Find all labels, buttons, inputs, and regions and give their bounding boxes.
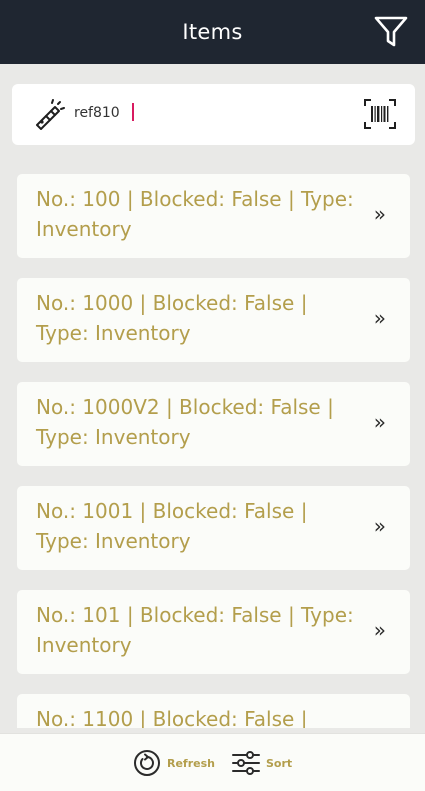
chevron-right-icon: » <box>373 306 386 330</box>
list-item[interactable]: No.: 1000V2 | Blocked: False | Type: Inv… <box>17 382 410 466</box>
refresh-label: Refresh <box>167 756 215 770</box>
item-label: No.: 1100 | Blocked: False | <box>36 707 308 728</box>
sort-label: Sort <box>266 756 293 770</box>
page-title: Items <box>182 20 243 44</box>
filter-icon <box>374 16 408 47</box>
list-item[interactable]: No.: 100 | Blocked: False | Type: Invent… <box>17 174 410 258</box>
barcode-scan-icon[interactable] <box>363 98 397 130</box>
list-item[interactable]: No.: 1000 | Blocked: False | Type: Inven… <box>17 278 410 362</box>
app-header: Items <box>0 0 425 64</box>
filter-button[interactable] <box>371 12 411 52</box>
sort-button[interactable]: Sort <box>232 748 292 778</box>
list-item[interactable]: No.: 101 | Blocked: False | Type: Invent… <box>17 590 410 674</box>
refresh-icon <box>134 750 160 776</box>
chevron-right-icon: » <box>373 514 386 538</box>
chevron-right-icon: » <box>373 202 386 226</box>
item-label: No.: 1000 | Blocked: False | Type: Inven… <box>36 291 308 345</box>
chevron-right-icon: » <box>373 410 386 434</box>
bottom-toolbar: Refresh Sort <box>0 733 425 791</box>
list-item[interactable]: No.: 1001 | Blocked: False | Type: Inven… <box>17 486 410 570</box>
list-item[interactable]: No.: 1100 | Blocked: False | <box>17 694 410 728</box>
search-bar <box>12 84 415 145</box>
refresh-button[interactable]: Refresh <box>133 748 215 778</box>
text-caret <box>132 103 134 121</box>
search-input[interactable] <box>74 100 344 126</box>
flashlight-icon[interactable] <box>32 98 66 132</box>
item-label: No.: 1001 | Blocked: False | Type: Inven… <box>36 499 308 553</box>
item-label: No.: 1000V2 | Blocked: False | Type: Inv… <box>36 395 334 449</box>
item-label: No.: 100 | Blocked: False | Type: Invent… <box>36 187 354 241</box>
item-label: No.: 101 | Blocked: False | Type: Invent… <box>36 603 354 657</box>
items-list[interactable]: No.: 100 | Blocked: False | Type: Invent… <box>17 174 410 728</box>
sliders-icon <box>232 751 260 775</box>
chevron-right-icon: » <box>373 618 386 642</box>
